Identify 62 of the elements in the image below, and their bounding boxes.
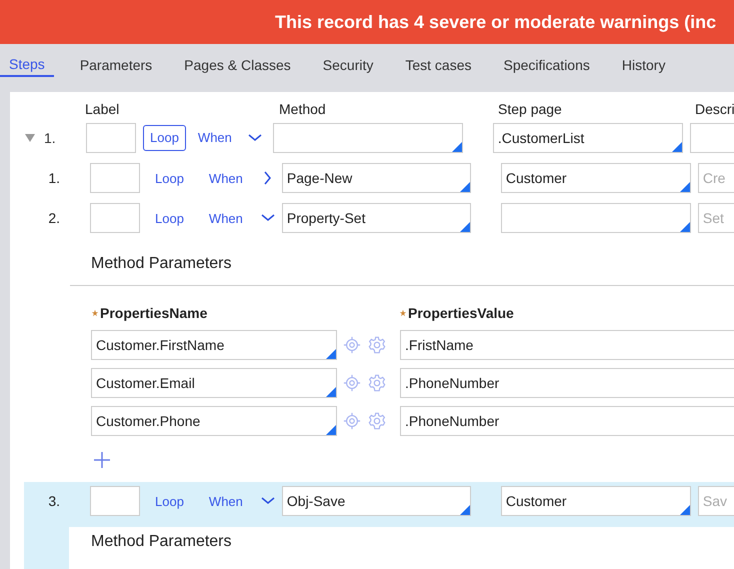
target-icon[interactable] (343, 374, 361, 392)
step-page-field[interactable]: Customer (500, 163, 691, 193)
when-button[interactable]: When (194, 130, 236, 145)
tab[interactable]: Steps (0, 45, 54, 77)
tab[interactable]: Specifications (492, 45, 602, 77)
column-header: Method (279, 101, 326, 117)
tab[interactable]: Test cases (393, 45, 484, 77)
loop-button[interactable]: Loop (148, 205, 191, 231)
property-value-field[interactable]: .PhoneNumber (400, 368, 734, 398)
loop-button[interactable]: Loop (148, 488, 191, 514)
settings-icon[interactable] (368, 336, 386, 354)
step-number: 1. (44, 130, 57, 146)
target-icon[interactable] (343, 412, 361, 430)
step-page-field[interactable] (500, 203, 691, 233)
when-button[interactable]: When (204, 170, 247, 186)
section-title: Method Parameters (90, 532, 233, 551)
property-name-field[interactable]: Customer.FirstName (91, 330, 337, 360)
step-number: 1. (47, 170, 60, 186)
when-button[interactable]: When (204, 494, 247, 508)
required-star-icon (91, 309, 99, 317)
method-field[interactable] (272, 122, 463, 152)
column-header: Label (85, 101, 120, 117)
settings-icon[interactable] (368, 412, 386, 430)
property-name-field[interactable]: Customer.Email (91, 368, 337, 398)
label-field[interactable] (90, 163, 140, 193)
column-header: PropertiesName (100, 305, 208, 321)
settings-icon[interactable] (368, 374, 386, 392)
property-value-field[interactable]: .PhoneNumber (400, 406, 734, 436)
target-icon[interactable] (343, 336, 361, 354)
column-header: Descri (695, 101, 734, 117)
tab[interactable]: Parameters (68, 45, 164, 77)
section-title: Method Parameters (91, 255, 233, 273)
tab[interactable]: Security (310, 45, 386, 77)
required-star-icon (399, 309, 407, 317)
chevron-icon[interactable] (248, 134, 262, 142)
property-name-field[interactable]: Customer.Phone (91, 406, 337, 436)
property-value-field[interactable]: .FristName (400, 330, 734, 360)
label-field[interactable] (86, 122, 136, 152)
chevron-icon[interactable] (260, 497, 275, 505)
step-number: 3. (47, 493, 60, 509)
column-header: PropertiesValue (408, 305, 514, 321)
step-page-field[interactable]: Customer (500, 486, 691, 516)
collapse-triangle-icon[interactable] (25, 134, 35, 142)
column-header: Step page (498, 101, 562, 117)
method-field[interactable]: Property-Set (282, 203, 471, 233)
chevron-icon[interactable] (260, 214, 275, 222)
warning-message: This record has 4 severe or moderate warnings (inc (275, 12, 716, 32)
when-button[interactable]: When (204, 210, 247, 226)
label-field[interactable] (90, 486, 140, 516)
description-field[interactable] (690, 122, 734, 152)
selected-step[interactable]: 3. Loop When Obj-Save Customer Sav Method Parameters (24, 482, 734, 569)
step-page-field[interactable]: .CustomerList (492, 122, 683, 152)
label-field[interactable] (90, 203, 140, 233)
loop-button[interactable]: Loop (143, 124, 186, 150)
add-icon[interactable] (94, 452, 110, 468)
method-field[interactable]: Page-New (282, 163, 471, 193)
tab[interactable]: History (610, 45, 678, 77)
chevron-icon[interactable] (264, 171, 272, 185)
step-number: 2. (47, 210, 60, 226)
loop-button[interactable]: Loop (148, 165, 191, 191)
tab[interactable]: Pages & Classes (172, 45, 303, 77)
method-field[interactable]: Obj-Save (282, 486, 471, 516)
